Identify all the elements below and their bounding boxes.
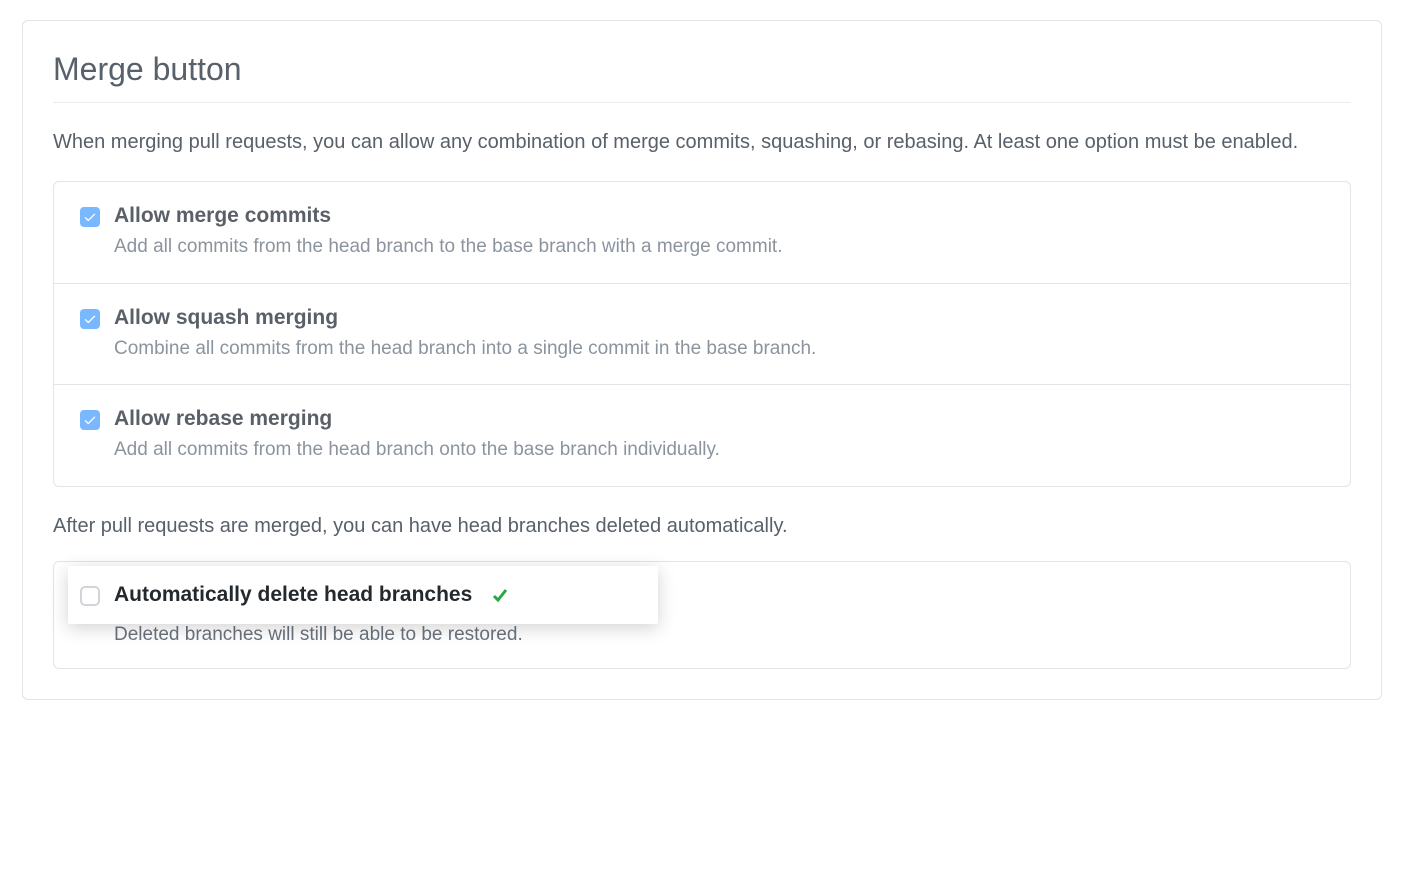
check-icon (83, 210, 97, 224)
option-content: Allow rebase merging Add all commits fro… (114, 407, 1324, 464)
option-description: Deleted branches will still be able to b… (114, 624, 1324, 646)
option-description: Add all commits from the head branch to … (114, 234, 1324, 261)
option-content: Allow merge commits Add all commits from… (114, 204, 1324, 261)
auto-delete-box: Automatically delete head branches Delet… (53, 561, 1351, 669)
option-auto-delete-branches: Automatically delete head branches Delet… (54, 562, 1350, 668)
after-merge-text: After pull requests are merged, you can … (53, 511, 1351, 541)
option-description: Add all commits from the head branch ont… (114, 437, 1324, 464)
checkbox-allow-merge-commits[interactable] (80, 207, 100, 227)
option-label: Allow squash merging (114, 306, 1324, 330)
option-description: Combine all commits from the head branch… (114, 336, 1324, 363)
success-check-icon (490, 585, 510, 605)
option-allow-rebase-merging: Allow rebase merging Add all commits fro… (54, 385, 1350, 486)
option-allow-squash-merging: Allow squash merging Combine all commits… (54, 284, 1350, 386)
check-icon (83, 413, 97, 427)
option-label: Allow merge commits (114, 204, 1324, 228)
check-icon (83, 312, 97, 326)
checkbox-allow-rebase-merging[interactable] (80, 410, 100, 430)
option-label: Automatically delete head branches (114, 583, 472, 607)
highlight-popover: Automatically delete head branches (68, 566, 658, 624)
intro-text: When merging pull requests, you can allo… (53, 127, 1351, 157)
checkbox-allow-squash-merging[interactable] (80, 309, 100, 329)
option-content: Allow squash merging Combine all commits… (114, 306, 1324, 363)
merge-button-settings: Merge button When merging pull requests,… (22, 20, 1382, 700)
merge-options-box: Allow merge commits Add all commits from… (53, 181, 1351, 487)
checkbox-auto-delete-branches[interactable] (80, 586, 100, 606)
section-title: Merge button (53, 51, 1351, 103)
option-label: Allow rebase merging (114, 407, 1324, 431)
option-allow-merge-commits: Allow merge commits Add all commits from… (54, 182, 1350, 284)
